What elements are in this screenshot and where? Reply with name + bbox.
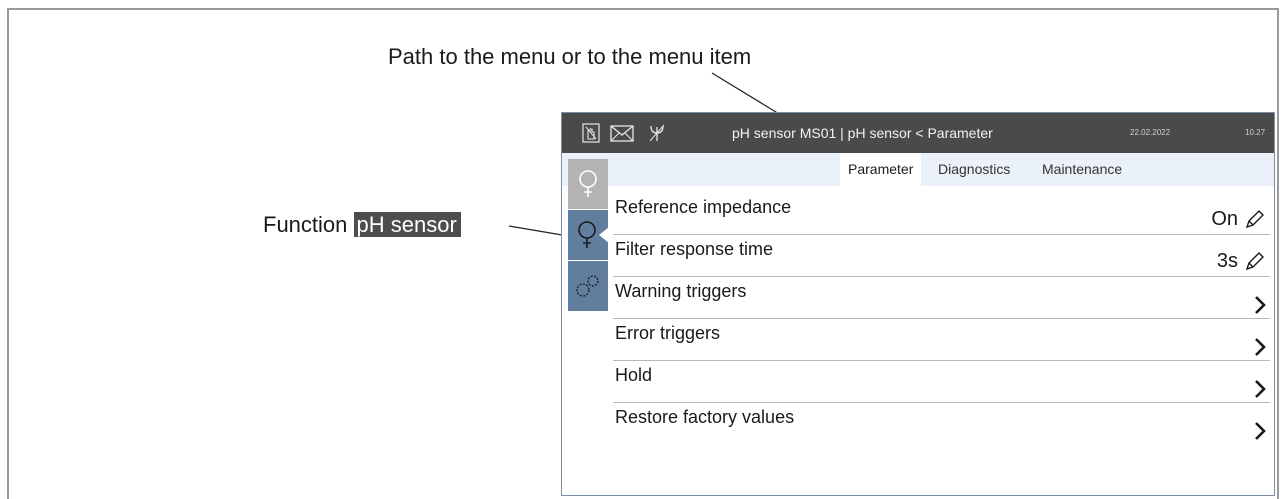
edit-pencil-icon[interactable] (1244, 250, 1266, 277)
list-item-restore-factory-values[interactable]: Restore factory values (613, 403, 1270, 445)
callout-function-label: Function pH sensor (263, 212, 461, 238)
side-button-sensor-inactive[interactable] (568, 159, 608, 209)
list-item-label: Error triggers (615, 323, 721, 343)
status-bar: pH sensor MS01 | pH sensor < Parameter 2… (562, 113, 1274, 153)
list-item-label: Reference impedance (615, 197, 792, 217)
callout-path-label: Path to the menu or to the menu item (388, 44, 752, 69)
list-item-label: Restore factory values (615, 407, 795, 427)
callout-function-highlight: pH sensor (353, 212, 461, 237)
tab-diagnostics[interactable]: Diagnostics (930, 153, 1018, 186)
list-item-value: 3s (1216, 250, 1238, 272)
list-item-warning-triggers[interactable]: Warning triggers (613, 277, 1270, 319)
callout-function-prefix: Function (263, 212, 348, 237)
list-item-label: Warning triggers (615, 281, 747, 301)
header-title: pH sensor MS01 | pH sensor < Parameter (732, 125, 993, 141)
sensor-probe-icon (579, 170, 597, 197)
hand-lock-icon[interactable] (582, 123, 600, 148)
list-item-filter-response-time[interactable]: Filter response time 3s (613, 235, 1270, 277)
list-item-label: Filter response time (615, 239, 774, 259)
list-item-reference-impedance[interactable]: Reference impedance On (613, 193, 1270, 235)
chevron-right-icon (1253, 295, 1267, 320)
list-item-error-triggers[interactable]: Error triggers (613, 319, 1270, 361)
gears-icon (576, 275, 599, 297)
list-item-label: Hold (615, 365, 653, 385)
list-item-hold[interactable]: Hold (613, 361, 1270, 403)
antenna-signal-icon[interactable] (648, 123, 666, 148)
chevron-right-icon (1253, 421, 1267, 446)
tab-bar: Parameter Diagnostics Maintenance (562, 153, 1274, 186)
tab-parameter[interactable]: Parameter (840, 153, 922, 186)
sensor-probe-icon (578, 221, 596, 248)
header-time: 10.27 (1245, 128, 1266, 137)
edit-pencil-icon[interactable] (1244, 208, 1266, 235)
header-date: 22.02.2022 (1130, 128, 1171, 137)
message-envelope-icon[interactable] (610, 125, 634, 147)
device-screen: pH sensor MS01 | pH sensor < Parameter 2… (561, 112, 1275, 496)
chevron-right-icon (1253, 379, 1267, 404)
side-button-sensor-selected[interactable] (568, 210, 609, 260)
side-button-gears[interactable] (568, 261, 608, 311)
tab-maintenance[interactable]: Maintenance (1034, 153, 1130, 186)
chevron-right-icon (1253, 337, 1267, 362)
list-item-value: On (1211, 208, 1238, 230)
